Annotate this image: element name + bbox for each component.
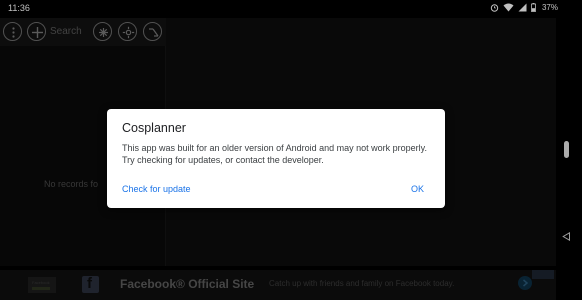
ok-button[interactable]: OK: [411, 184, 424, 194]
dialog-message: This app was built for an older version …: [122, 143, 427, 165]
check-for-update-button[interactable]: Check for update: [122, 184, 191, 194]
dialog-title: Cosplanner: [122, 121, 186, 135]
compatibility-dialog: Cosplanner This app was built for an old…: [107, 109, 445, 208]
